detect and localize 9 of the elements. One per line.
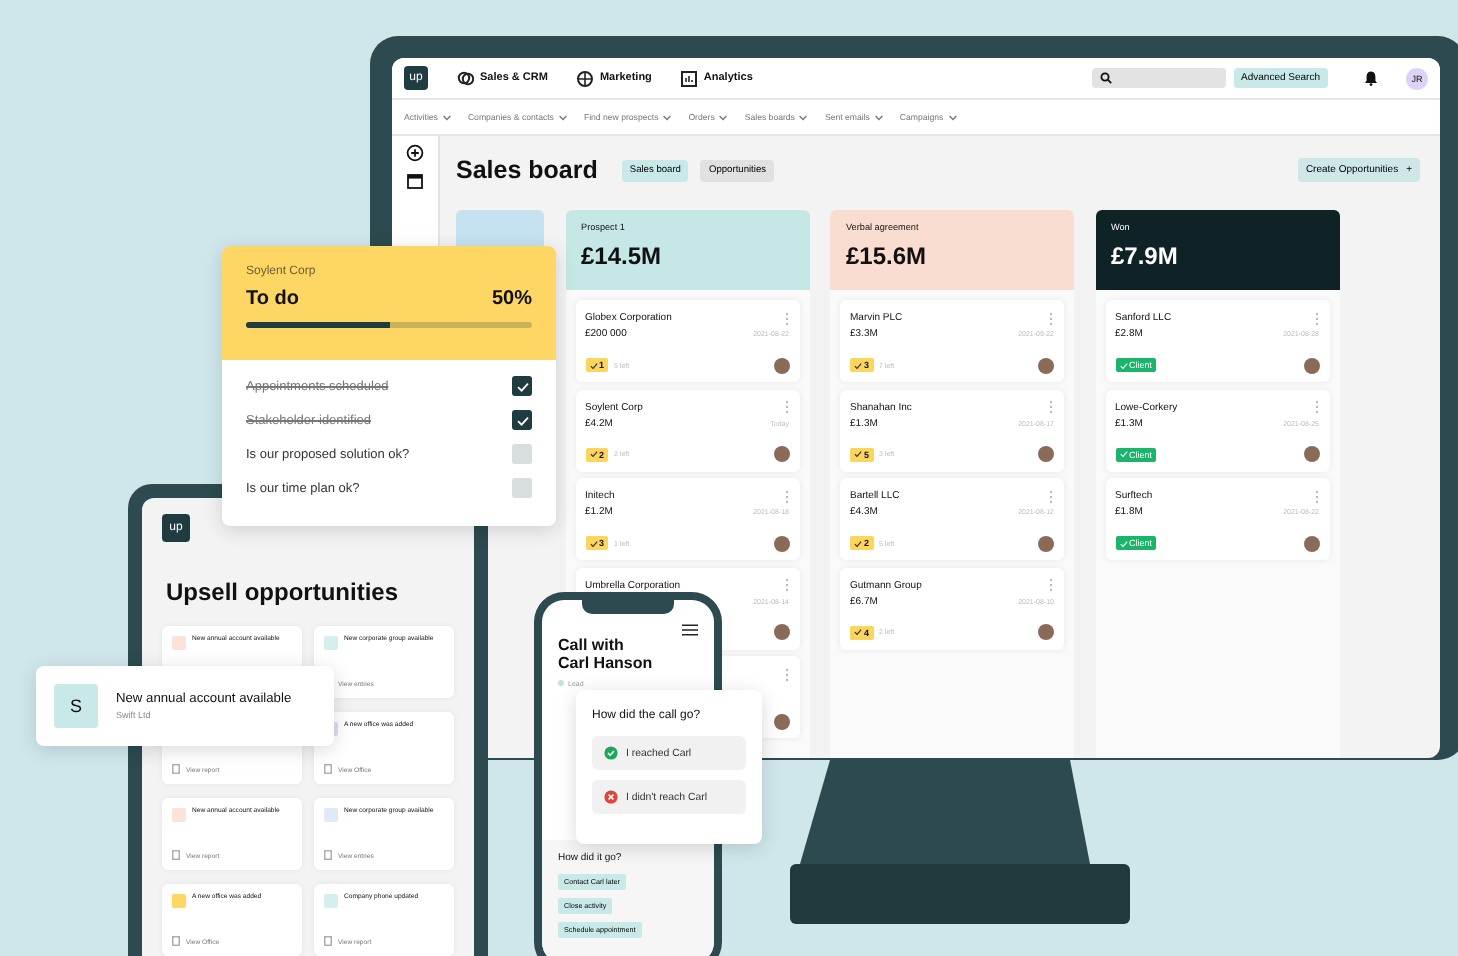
initial-icon: S <box>54 684 98 728</box>
page-title: Upsell opportunities <box>166 578 401 606</box>
column-total: £14.5M <box>581 242 664 270</box>
progress-percent: 50% <box>491 288 532 310</box>
todo-title: To do <box>246 288 299 310</box>
column-total: £7.9M <box>1111 242 1180 270</box>
call-title: Call with Carl Hanson <box>558 638 655 674</box>
column-total: £15.6M <box>846 242 929 270</box>
page-title: Sales board <box>456 156 598 184</box>
